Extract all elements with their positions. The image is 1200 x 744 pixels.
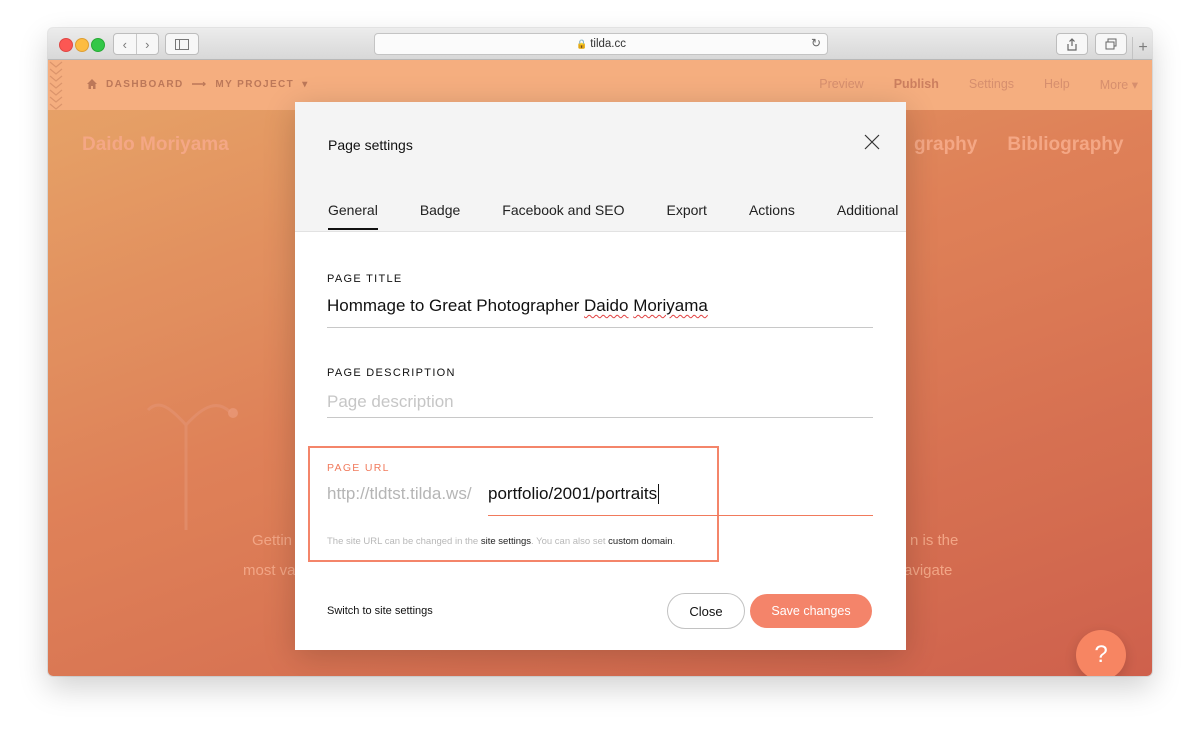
hint-text-3: . <box>672 536 676 547</box>
switch-to-site-settings-link[interactable]: Switch to site settings <box>327 605 433 617</box>
tab-badge[interactable]: Badge <box>420 202 460 230</box>
sidebar-icon <box>175 38 189 50</box>
hint-text-2: . You can also set <box>531 536 609 547</box>
page-title-word-moriyama: Moriyama <box>633 296 708 315</box>
tab-facebook-seo[interactable]: Facebook and SEO <box>502 202 624 230</box>
help-icon: ? <box>1094 641 1108 668</box>
page-title-underline <box>327 327 873 328</box>
forward-icon[interactable]: › <box>137 34 159 54</box>
page-url-input[interactable]: portfolio/2001/portraits <box>488 484 660 504</box>
page-url-hint: The site URL can be changed in the site … <box>327 536 675 547</box>
window-close-button[interactable] <box>59 38 73 52</box>
reload-icon[interactable]: ↻ <box>811 36 821 50</box>
browser-window: ‹ › 🔒 tilda.cc ↻ + DASHBOARD ⟶ MY PROJEC… <box>48 28 1152 676</box>
browser-titlebar: ‹ › 🔒 tilda.cc ↻ + <box>48 28 1152 60</box>
address-text: tilda.cc <box>590 38 626 50</box>
site-settings-link[interactable]: site settings <box>481 536 531 547</box>
share-button[interactable] <box>1056 33 1088 55</box>
lock-icon: 🔒 <box>575 38 588 49</box>
window-minimize-button[interactable] <box>75 38 89 52</box>
new-tab-button[interactable]: + <box>1132 37 1152 59</box>
page-title-word-daido: Daido <box>584 296 629 315</box>
page-title-label: PAGE TITLE <box>327 273 403 285</box>
address-bar[interactable]: 🔒 tilda.cc ↻ <box>374 33 828 55</box>
tabs-icon <box>1105 38 1117 50</box>
tab-actions[interactable]: Actions <box>749 202 795 230</box>
tab-overview-button[interactable] <box>1095 33 1127 55</box>
page-settings-modal: Page settings General Badge Facebook and… <box>295 102 906 650</box>
window-maximize-button[interactable] <box>91 38 105 52</box>
tab-additional[interactable]: Additional <box>837 202 899 230</box>
page-url-underline <box>488 515 873 516</box>
page-url-label: PAGE URL <box>327 462 390 474</box>
modal-header: Page settings General Badge Facebook and… <box>295 102 906 232</box>
page-title-text: Hommage to Great Photographer <box>327 296 585 315</box>
modal-title: Page settings <box>328 137 413 153</box>
tab-export[interactable]: Export <box>666 202 706 230</box>
hint-text-1: The site URL can be changed in the <box>327 536 481 547</box>
sidebar-toggle-button[interactable] <box>165 33 199 55</box>
help-button[interactable]: ? <box>1076 630 1126 676</box>
page-title-input[interactable]: Hommage to Great Photographer Daido Mori… <box>327 296 708 316</box>
page-description-input[interactable] <box>327 387 873 418</box>
history-buttons: ‹ › <box>113 33 159 55</box>
share-icon <box>1067 37 1077 51</box>
custom-domain-link[interactable]: custom domain <box>608 536 672 547</box>
save-changes-button[interactable]: Save changes <box>750 594 872 628</box>
page-content: DASHBOARD ⟶ MY PROJECT ▾ Preview Publish… <box>48 60 1152 676</box>
close-button[interactable]: Close <box>667 593 745 629</box>
back-icon[interactable]: ‹ <box>114 34 137 54</box>
close-icon[interactable] <box>862 132 882 152</box>
page-description-label: PAGE DESCRIPTION <box>327 367 456 379</box>
page-url-prefix: http://tldtst.tilda.ws/ <box>327 484 472 503</box>
tab-general[interactable]: General <box>328 202 378 230</box>
modal-tabs: General Badge Facebook and SEO Export Ac… <box>328 202 898 230</box>
